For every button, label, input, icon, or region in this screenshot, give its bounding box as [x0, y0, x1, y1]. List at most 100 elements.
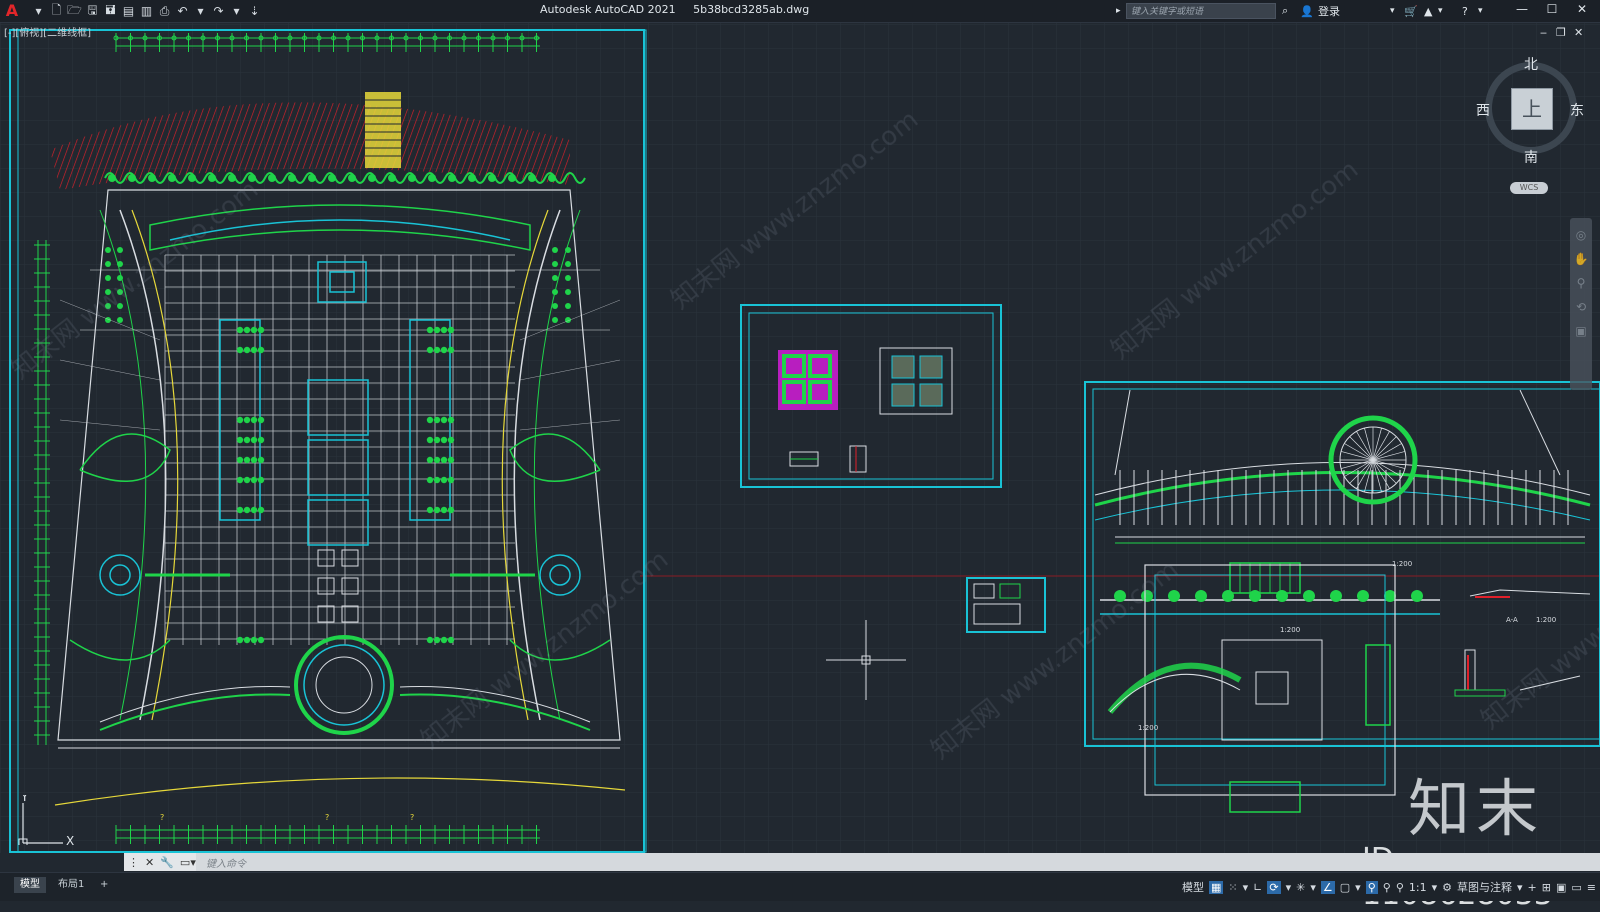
workspace-selector[interactable]: 草图与注释	[1457, 879, 1512, 895]
plot-icon[interactable]: ▤	[121, 4, 136, 19]
model-space-button[interactable]: 模型	[1182, 879, 1204, 895]
quick-properties-icon[interactable]: ▣	[1556, 881, 1566, 894]
help-dropdown-icon[interactable]: ▾	[1478, 2, 1483, 20]
viewcube[interactable]: 上 北 南 东 西	[1476, 57, 1584, 166]
polar-icon[interactable]: ⟳	[1267, 880, 1281, 894]
command-history-icon[interactable]: ▭▾	[180, 856, 196, 869]
annotation-visibility-icon[interactable]: ⚲	[1365, 880, 1378, 894]
publish-icon[interactable]: ▥	[139, 4, 154, 19]
doc-close-icon[interactable]: ✕	[1574, 26, 1583, 39]
print-icon[interactable]: ⎙	[157, 4, 172, 19]
status-tools: 模型 ▦ ⁙ ▾ ∟ ⟳ ▾ ✳ ▾ ∠ ▢ ▾ ⚲ ⚲ ⚲ 1:1 ▾ ⚙ 草…	[1182, 879, 1596, 895]
object-snap-tracking-icon[interactable]: ∠	[1320, 880, 1335, 894]
maximize-icon[interactable]: ☐	[1542, 2, 1562, 16]
object-snap-dropdown-icon[interactable]: ▾	[1355, 881, 1361, 894]
units-icon[interactable]: ⊞	[1542, 881, 1551, 894]
autodesk-a360-icon[interactable]: ▲	[1424, 2, 1432, 20]
cad-drawing: ??? 1:200 1:200 1:200 1:200 A-A 知末网 www.…	[0, 23, 1600, 853]
pan-icon[interactable]: ✋	[1570, 252, 1592, 266]
tab-model[interactable]: 模型	[14, 877, 46, 893]
cart-icon[interactable]: 🛒	[1404, 2, 1418, 20]
annotation-scale-icon[interactable]: ⚲	[1396, 881, 1404, 894]
help-icon[interactable]: ?	[1462, 2, 1468, 20]
ucs-y-label: Y	[20, 795, 29, 804]
redo-dropdown-icon[interactable]: ▾	[229, 4, 244, 19]
search-arrow-icon[interactable]: ▸	[1116, 2, 1121, 20]
ucs-icon: Y X	[18, 795, 74, 845]
file-name: 5b38bcd3285ab.dwg	[693, 3, 810, 16]
viewcube-top-face[interactable]: 上	[1512, 89, 1552, 129]
redo-icon[interactable]: ↷	[211, 4, 226, 19]
quick-access-toolbar: ▾ 🗋 🗁 🖫 🖬 ▤ ▥ ⎙ ↶ ▾ ↷ ▾ ⇣	[31, 3, 262, 19]
status-bar: 模型 布局1 + 模型 ▦ ⁙ ▾ ∟ ⟳ ▾ ✳ ▾ ∠ ▢ ▾ ⚲ ⚲ ⚲ …	[0, 872, 1600, 901]
tab-add[interactable]: +	[94, 877, 114, 893]
annotation-scale-value[interactable]: 1:1	[1409, 881, 1427, 894]
scale-label-1: 1:200	[1392, 560, 1412, 568]
user-icon[interactable]: 👤	[1300, 2, 1314, 20]
ucs-x-label: X	[66, 834, 74, 845]
snap-icon[interactable]: ⁙	[1228, 881, 1237, 894]
object-snap-icon[interactable]: ▢	[1340, 881, 1350, 894]
steering-wheel-icon[interactable]: ◎	[1570, 228, 1592, 242]
command-line-controls: ⋮ ✕ 🔧 ▭▾	[124, 853, 196, 871]
svg-text:?: ?	[325, 813, 329, 822]
viewport-controls[interactable]: [-][俯视][二维线框]	[4, 24, 91, 39]
isodraft-dropdown-icon[interactable]: ▾	[1310, 881, 1316, 894]
zoom-icon[interactable]: ⚲	[1570, 276, 1592, 290]
snap-dropdown-icon[interactable]: ▾	[1243, 881, 1249, 894]
command-input[interactable]: 键入命令	[206, 855, 246, 870]
compass-south[interactable]: 南	[1524, 147, 1538, 167]
command-line: 键入命令	[124, 853, 1600, 871]
orbit-icon[interactable]: ⟲	[1570, 300, 1592, 314]
grid-icon[interactable]: ▦	[1209, 880, 1224, 894]
customize-icon[interactable]: ⇣	[247, 4, 262, 19]
open-icon[interactable]: 🗁	[67, 3, 82, 19]
command-customize-icon[interactable]: 🔧	[160, 856, 174, 869]
doc-restore-icon[interactable]: ❐	[1556, 26, 1566, 39]
close-icon[interactable]: ✕	[1572, 2, 1592, 16]
wcs-menu[interactable]: WCS	[1510, 182, 1548, 194]
compass-east[interactable]: 东	[1570, 100, 1584, 120]
minimize-icon[interactable]: —	[1512, 2, 1532, 16]
title-bar: A ▾ 🗋 🗁 🖫 🖬 ▤ ▥ ⎙ ↶ ▾ ↷ ▾ ⇣ Autodesk Aut…	[0, 0, 1600, 23]
scale-label-4: 1:200	[1536, 616, 1556, 624]
compass-west[interactable]: 西	[1476, 100, 1490, 120]
window-title: Autodesk AutoCAD 2021 5b38bcd3285ab.dwg	[540, 3, 823, 16]
workspace-dropdown-icon[interactable]: ▾	[1517, 881, 1523, 894]
scale-dropdown-icon[interactable]: ▾	[1432, 881, 1438, 894]
command-close-icon[interactable]: ✕	[145, 856, 154, 869]
customize-status-icon[interactable]: ≡	[1587, 881, 1596, 894]
showmotion-icon[interactable]: ▣	[1570, 324, 1592, 338]
command-drag-handle-icon[interactable]: ⋮	[128, 856, 139, 869]
save-as-icon[interactable]: 🖬	[103, 3, 118, 19]
compass-north[interactable]: 北	[1524, 54, 1538, 74]
doc-minimize-icon[interactable]: ‒	[1540, 26, 1547, 39]
login-link[interactable]: 登录	[1318, 2, 1340, 20]
auto-scale-icon[interactable]: ⚲	[1383, 881, 1391, 894]
drawing-viewport[interactable]: ??? 1:200 1:200 1:200 1:200 A-A 知末网 www.…	[0, 23, 1600, 853]
polar-dropdown-icon[interactable]: ▾	[1286, 881, 1292, 894]
menu-arrow-icon[interactable]: ▾	[31, 4, 46, 19]
tab-layout1[interactable]: 布局1	[52, 877, 90, 893]
navigation-bar: ◎ ✋ ⚲ ⟲ ▣	[1570, 218, 1592, 390]
login-dropdown-icon[interactable]: ▾	[1390, 2, 1395, 20]
search-icon[interactable]: ⌕	[1282, 2, 1288, 20]
app-name: Autodesk AutoCAD 2021	[540, 3, 676, 16]
save-icon[interactable]: 🖫	[85, 3, 100, 19]
autocad-logo-icon[interactable]: A	[3, 2, 21, 20]
watermark-brand: 知末	[1408, 772, 1545, 845]
a360-dropdown-icon[interactable]: ▾	[1438, 2, 1443, 20]
workspace-gear-icon[interactable]: ⚙	[1442, 881, 1452, 894]
isodraft-icon[interactable]: ✳	[1296, 881, 1305, 894]
annotation-monitor-icon[interactable]: +	[1528, 881, 1537, 894]
undo-dropdown-icon[interactable]: ▾	[193, 4, 208, 19]
search-input[interactable]: 键入关键字或短语	[1126, 3, 1276, 19]
section-label: A-A	[1506, 616, 1518, 624]
new-icon[interactable]: 🗋	[49, 3, 64, 19]
undo-icon[interactable]: ↶	[175, 4, 190, 19]
clean-screen-icon[interactable]: ▭	[1571, 881, 1581, 894]
ortho-icon[interactable]: ∟	[1253, 881, 1262, 894]
scale-label-3: 1:200	[1138, 724, 1158, 732]
svg-text:?: ?	[410, 813, 414, 822]
scale-label-2: 1:200	[1280, 626, 1300, 634]
